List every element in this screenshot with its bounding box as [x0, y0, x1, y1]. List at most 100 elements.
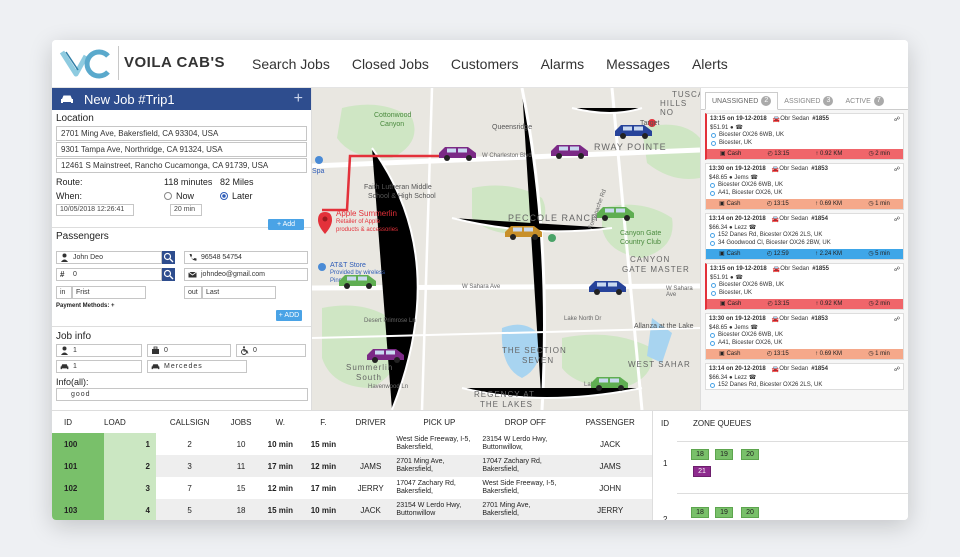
col-w[interactable]: W.	[259, 411, 302, 433]
tab-active[interactable]: ACTIVE 7	[839, 93, 889, 109]
cell-id: 103	[52, 499, 104, 520]
vehicle-marker-green[interactable]	[336, 272, 380, 290]
headset-icon[interactable]: ☍	[894, 316, 900, 323]
job-card[interactable]: 13:15 on 19-12-2018 🚘 Obr Sedan #1855 ☍ $51.9…	[705, 113, 904, 160]
zone-chip[interactable]: 18	[691, 449, 709, 460]
cell-passenger: JACK	[599, 439, 621, 449]
map-view[interactable]: TUSCA HILLS NO Cottonwood Canyon Queensr…	[312, 88, 700, 410]
job-card-header: 13:15 on 19-12-2018 🚘 Obr Sedan #1855 ☍	[707, 114, 903, 124]
nav-closed-jobs[interactable]: Closed Jobs	[352, 56, 429, 72]
headset-icon[interactable]: ☍	[894, 216, 900, 223]
nav-alarms[interactable]: Alarms	[541, 56, 585, 72]
vehicle-marker-green[interactable]	[594, 204, 638, 222]
job-card[interactable]: 13:15 on 19-12-2018 🚘 Obr Sedan #1855 ☍ $51.9…	[705, 263, 904, 310]
col-jobs[interactable]: JOBS	[223, 411, 259, 433]
phone-input[interactable]: 96548 54754	[184, 251, 308, 264]
headset-icon[interactable]: ☍	[894, 166, 900, 173]
passenger-count-input[interactable]: # 0	[56, 268, 162, 281]
search-count-button[interactable]	[162, 268, 175, 281]
poi-marker-icon	[318, 263, 326, 271]
car-model-value: Mercedes	[164, 363, 203, 370]
col-id[interactable]: ID	[52, 411, 104, 433]
zone-chip[interactable]: 18	[691, 507, 709, 518]
now-label: Now	[176, 191, 195, 201]
tab-assigned[interactable]: ASSIGNED 3	[778, 93, 839, 109]
cell-driver: JERRY	[357, 483, 384, 493]
info-all-input[interactable]: good	[56, 388, 308, 401]
payment-type: Cash	[727, 151, 742, 157]
col-driver[interactable]: DRIVER	[345, 411, 396, 433]
address-input-2[interactable]: 9301 Tampa Ave, Northridge, CA 91324, US…	[56, 142, 307, 157]
minutes-input[interactable]: 20 min	[170, 204, 202, 216]
search-icon	[163, 252, 174, 263]
table-row[interactable]: 102 3 7 15 12 min 17 min JERRY 17047 Zachary Rd…	[52, 477, 652, 499]
vehicle-marker-navy[interactable]	[612, 122, 656, 140]
payment-methods-label[interactable]: Payment Methods: +	[56, 303, 115, 309]
job-person-count[interactable]: 1	[56, 344, 142, 357]
map-label: W Charleston Blvd	[482, 153, 532, 159]
map-label: Canyon	[380, 121, 405, 128]
zone-chip[interactable]: 19	[715, 507, 733, 518]
col-passenger[interactable]: PASSENGER	[568, 411, 652, 433]
vehicle-marker-purple[interactable]	[364, 346, 408, 364]
passengers-label: Passengers	[56, 231, 109, 242]
job-distance: 0.69 KM	[819, 201, 842, 207]
job-card[interactable]: 13:14 on 20-12-2018 🚘 Obr Sedan #1854 ☍ $66.3…	[705, 213, 904, 260]
nav-customers[interactable]: Customers	[451, 56, 519, 72]
zone-chip-active[interactable]: 21	[693, 466, 711, 477]
job-car-count[interactable]: 1	[56, 360, 142, 373]
map-label: Apple Summerlin	[336, 209, 397, 218]
vehicle-marker-green[interactable]	[588, 374, 632, 392]
address-input-1[interactable]: 2701 Ming Ave, Bakersfield, CA 93304, US…	[56, 126, 307, 141]
cell-f: 12 min	[301, 455, 345, 477]
col-dropoff[interactable]: DROP OFF	[482, 411, 568, 433]
nav-search-jobs[interactable]: Search Jobs	[252, 56, 330, 72]
in-input[interactable]: Frist	[72, 286, 146, 299]
later-label: Later	[232, 191, 253, 201]
section-divider	[52, 326, 312, 327]
job-card[interactable]: 13:30 on 19-12-2018 🚘 Obr Sedan #1853 ☍ $48.6…	[705, 313, 904, 360]
nav-alerts[interactable]: Alerts	[692, 56, 728, 72]
address-input-3[interactable]: 12461 S Mainstreet, Rancho Cucamonga, CA…	[56, 158, 307, 173]
email-input[interactable]: johndeo@gmail.com	[184, 268, 308, 281]
vehicle-marker-purple[interactable]	[548, 142, 592, 160]
vehicle-marker-purple[interactable]	[436, 144, 480, 162]
vehicle-marker-navy[interactable]	[586, 278, 630, 296]
passenger-name-input[interactable]: John Deo	[56, 251, 162, 264]
tab-unassigned[interactable]: UNASSIGNED 2	[705, 92, 779, 110]
add-passenger-button[interactable]: + ADD	[276, 310, 302, 321]
job-distance: 0.92 KM	[819, 151, 843, 157]
later-radio[interactable]	[220, 192, 228, 200]
vehicle-marker-gold[interactable]	[502, 223, 546, 241]
col-f[interactable]: F.	[302, 411, 345, 433]
table-row[interactable]: 103 4 5 18 15 min 10 min JACK 23154 W Lerdo Hwy…	[52, 499, 652, 520]
col-pickup[interactable]: PICK UP	[396, 411, 482, 433]
datetime-input[interactable]: 10/05/2018 12:26:41	[56, 204, 134, 216]
zone-divider	[677, 441, 908, 442]
job-bag-count[interactable]: 0	[147, 344, 231, 357]
job-card[interactable]: 13:14 on 20-12-2018 🚘 Obr Sedan #1854 ☍ $66.3…	[705, 363, 904, 390]
job-time: 13:14 on 20-12-2018	[709, 216, 766, 222]
headset-icon[interactable]: ☍	[894, 366, 900, 373]
search-passenger-button[interactable]	[162, 251, 175, 264]
zone-chip[interactable]: 20	[741, 449, 759, 460]
col-callsign[interactable]: CALLSIGN	[156, 411, 223, 433]
col-load[interactable]: LOAD	[104, 411, 156, 433]
add-job-button[interactable]: +	[294, 90, 303, 108]
table-row[interactable]: 101 2 3 11 17 min 12 min JAMS 2701 Ming Ave, Ba…	[52, 455, 652, 477]
out-input[interactable]: Last	[202, 286, 276, 299]
job-dropoff: 34 Goodwood Cl, Bicester OX26 2BW, UK	[706, 239, 903, 247]
zone-chip[interactable]: 20	[741, 507, 759, 518]
job-car-model[interactable]: Mercedes	[147, 360, 247, 373]
zone-chip[interactable]: 19	[715, 449, 733, 460]
nav-messages[interactable]: Messages	[606, 56, 670, 72]
job-card[interactable]: 13:30 on 19-12-2018 🚘 Obr Sedan #1853 ☍ $48.6…	[705, 163, 904, 210]
headset-icon[interactable]: ☍	[894, 266, 900, 273]
headset-icon[interactable]: ☍	[894, 116, 900, 123]
map-label: THE LAKES	[480, 400, 534, 409]
job-wheelchair-count[interactable]: 0	[236, 344, 306, 357]
add-stop-button[interactable]: + Add	[268, 219, 304, 230]
table-row[interactable]: 100 1 2 10 10 min 15 min West Side Freeway, I-…	[52, 433, 652, 455]
now-radio[interactable]	[164, 192, 172, 200]
map-label: THE SECTION	[502, 346, 567, 355]
